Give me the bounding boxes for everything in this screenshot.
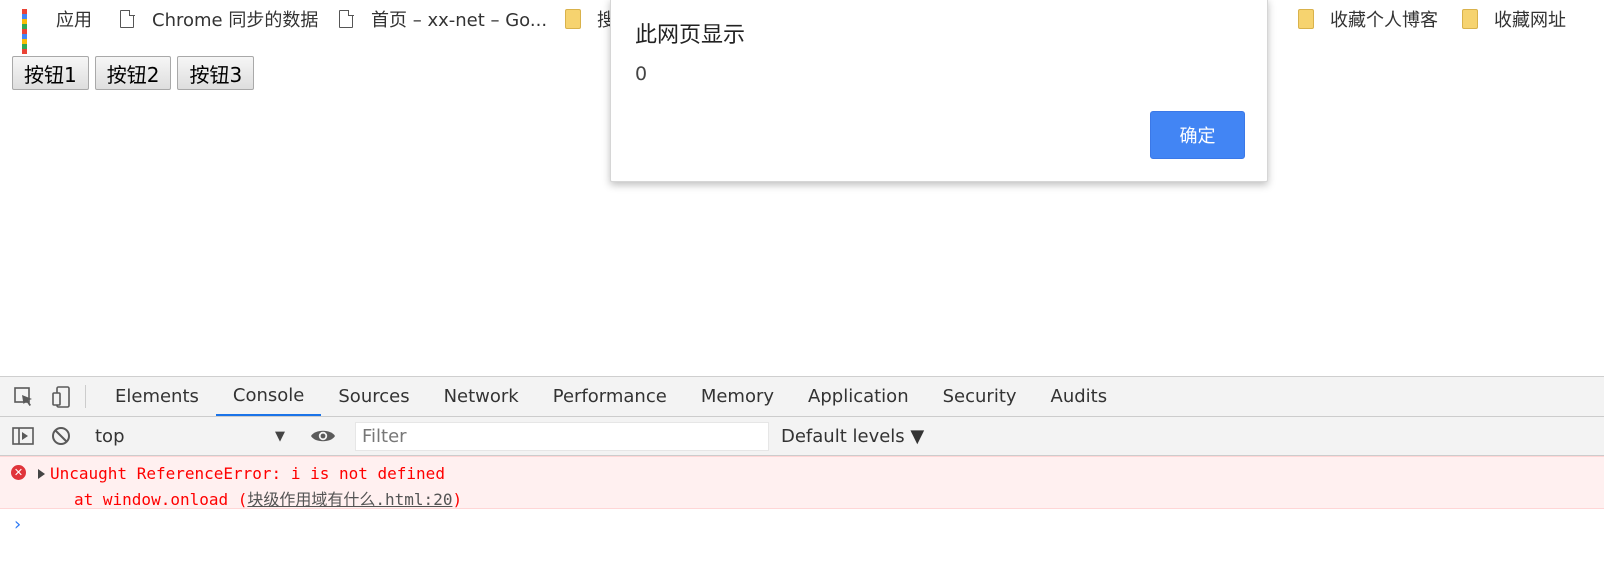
page-icon xyxy=(337,9,357,29)
alert-dialog: 此网页显示 0 确定 xyxy=(610,0,1268,182)
dialog-message: 0 xyxy=(635,63,648,85)
tab-elements[interactable]: Elements xyxy=(98,377,216,416)
button-2[interactable]: 按钮2 xyxy=(94,56,172,90)
show-sidebar-icon[interactable] xyxy=(4,426,42,446)
tab-security[interactable]: Security xyxy=(926,377,1034,416)
ok-button[interactable]: 确定 xyxy=(1150,111,1245,159)
bookmark-folder[interactable]: 收藏个人博客 xyxy=(1296,0,1438,38)
expand-triangle-icon[interactable] xyxy=(38,469,45,479)
log-levels-dropdown[interactable]: Default levels ▼ xyxy=(781,426,924,447)
folder-icon xyxy=(563,9,583,29)
page-buttons: 按钮1 按钮2 按钮3 xyxy=(12,56,255,90)
button-3[interactable]: 按钮3 xyxy=(177,56,255,90)
bookmark-label: 收藏网址 xyxy=(1494,10,1566,31)
stack-suffix: ) xyxy=(452,490,463,509)
bookmark-folder[interactable]: 搜 xyxy=(563,0,615,38)
tab-console[interactable]: Console xyxy=(215,377,322,416)
devtools-panel: Elements Console Sources Network Perform… xyxy=(0,376,1604,579)
tab-application[interactable]: Application xyxy=(791,377,926,416)
stack-prefix: at window.onload ( xyxy=(74,490,248,509)
tab-audits[interactable]: Audits xyxy=(1034,377,1125,416)
filter-input[interactable] xyxy=(355,421,769,451)
bookmark-label: 收藏个人博客 xyxy=(1330,10,1438,31)
eye-icon[interactable] xyxy=(304,427,342,445)
apps-icon xyxy=(22,9,42,54)
bookmark-folder[interactable]: 收藏网址 xyxy=(1460,0,1566,38)
context-select[interactable]: top ▼ xyxy=(89,426,285,447)
bookmark-item[interactable]: Chrome 同步的数据 xyxy=(118,0,318,38)
bookmark-apps[interactable]: 应用 xyxy=(22,0,92,54)
bookmark-label: 应用 xyxy=(56,10,92,31)
error-icon: ✕ xyxy=(11,465,26,480)
dialog-title: 此网页显示 xyxy=(635,23,746,48)
clear-console-icon[interactable] xyxy=(42,425,80,447)
error-stack-line: at window.onload (块级作用域有什么.html:20) xyxy=(74,486,462,510)
devtools-tabbar: Elements Console Sources Network Perform… xyxy=(0,377,1604,417)
inspect-element-icon[interactable] xyxy=(5,377,43,416)
console-toolbar: top ▼ Default levels ▼ xyxy=(0,417,1604,456)
tab-network[interactable]: Network xyxy=(427,377,536,416)
device-toolbar-icon[interactable] xyxy=(43,377,81,416)
error-text: Uncaught ReferenceError: i is not define… xyxy=(50,464,445,483)
bookmark-item[interactable]: 首页 – xx-net – Go... xyxy=(337,0,547,38)
console-prompt-icon[interactable]: › xyxy=(12,514,23,535)
source-link[interactable]: 块级作用域有什么.html:20 xyxy=(247,490,452,509)
bookmark-label: Chrome 同步的数据 xyxy=(152,10,319,31)
tab-memory[interactable]: Memory xyxy=(684,377,791,416)
console-error-message: ✕ Uncaught ReferenceError: i is not defi… xyxy=(0,456,1604,509)
context-value: top xyxy=(95,425,125,447)
dropdown-arrow-icon: ▼ xyxy=(275,428,285,444)
divider xyxy=(85,385,86,408)
folder-icon xyxy=(1296,9,1316,29)
button-1[interactable]: 按钮1 xyxy=(12,56,89,90)
page-icon xyxy=(118,9,138,29)
bookmark-label: 首页 – xx-net – Go... xyxy=(371,10,548,31)
tab-sources[interactable]: Sources xyxy=(321,377,426,416)
tab-performance[interactable]: Performance xyxy=(536,377,684,416)
folder-icon xyxy=(1460,9,1480,29)
